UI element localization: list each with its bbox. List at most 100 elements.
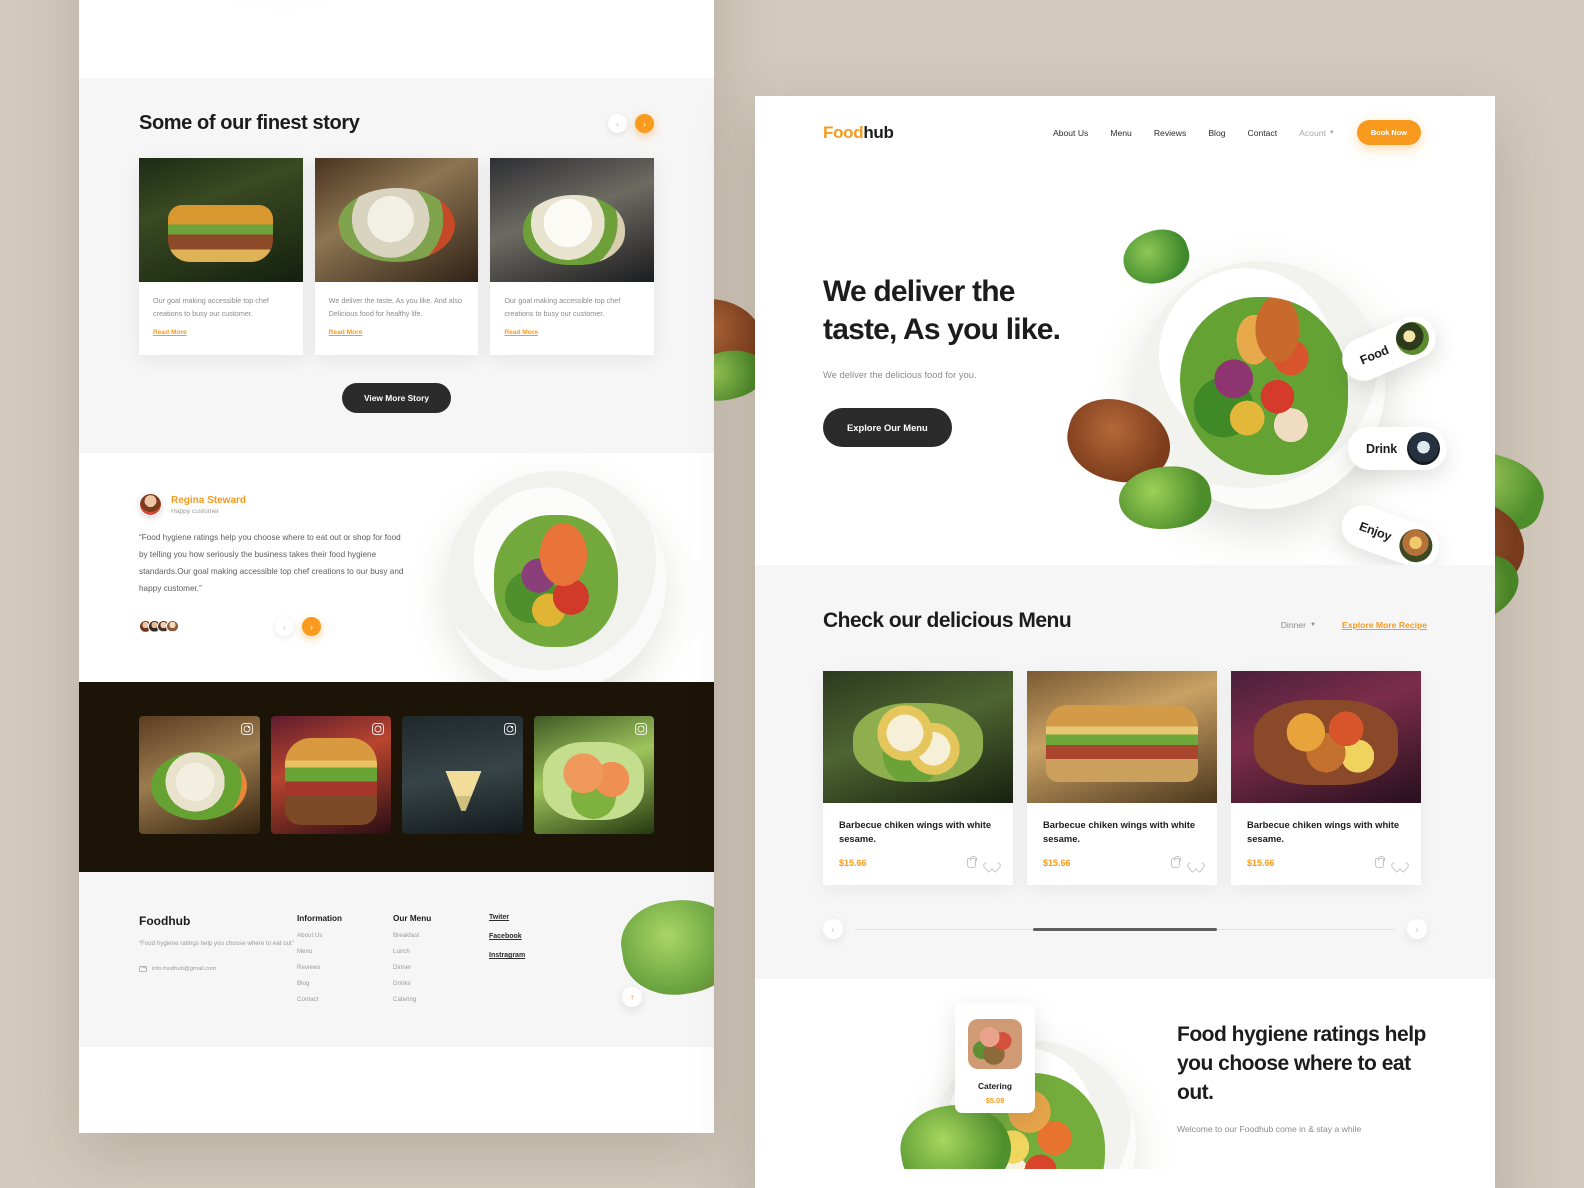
footer-link[interactable]: Catering <box>393 996 489 1003</box>
scroll-to-top-button[interactable]: ↑ <box>622 987 642 1008</box>
hero-heading: We deliver the taste, As you like. <box>823 275 1061 347</box>
heart-icon[interactable] <box>987 858 997 868</box>
footer-link[interactable]: Blog <box>297 980 393 987</box>
hero-badge-label: Food <box>1357 342 1391 368</box>
testimonial-next-button[interactable]: › <box>302 617 321 637</box>
story-card-body: Our goal making accessible top chef crea… <box>490 282 654 355</box>
mockup-stage: Explore More Some of our finest story ‹ … <box>0 0 1584 1188</box>
footer-link[interactable]: Breakfast <box>393 932 489 939</box>
footer-link[interactable]: Dinner <box>393 964 489 971</box>
menu-filter-dropdown[interactable]: Dinner ▼ <box>1281 620 1316 630</box>
heart-icon[interactable] <box>1191 858 1201 868</box>
story-card[interactable]: Our goal making accessible top chef crea… <box>139 158 303 356</box>
catering-badge-card[interactable]: Catering $5.09 <box>955 1003 1035 1114</box>
testimonial-role: Happy customer <box>171 507 220 515</box>
explore-more-recipe-link[interactable]: Explore More Recipe <box>1342 620 1427 630</box>
menu-card-body: Barbecue chiken wings with white sesame.… <box>1231 803 1421 885</box>
testimonial-name: Regina Steward <box>171 494 247 506</box>
customer-avatar-stack <box>139 620 179 634</box>
navbar: Foodhub About Us Menu Reviews Blog Conta… <box>755 96 1495 145</box>
menu-card[interactable]: Barbecue chiken wings with white sesame.… <box>823 671 1013 886</box>
menu-item-name: Barbecue chiken wings with white sesame. <box>839 819 992 844</box>
menu-card[interactable]: Barbecue chiken wings with white sesame.… <box>1027 671 1217 886</box>
heart-icon[interactable] <box>1395 858 1405 868</box>
story-carousel-controls: ‹ › <box>608 114 654 133</box>
instagram-photo[interactable] <box>139 716 260 835</box>
instagram-icon <box>372 723 384 736</box>
menu-item-price: $15.66 <box>1043 858 1071 869</box>
story-card-image <box>139 158 303 282</box>
footer-column-heading: Information <box>297 914 343 924</box>
footer-link[interactable]: Drinks <box>393 980 489 987</box>
catering-price: $5.09 <box>985 1096 1005 1106</box>
hygiene-visual: Catering $5.09 <box>823 1003 1153 1170</box>
testimonial-person: Regina Steward Happy customer <box>139 493 409 517</box>
nav-item-blog[interactable]: Blog <box>1208 128 1225 138</box>
footer-link[interactable]: Menu <box>297 948 393 955</box>
explore-our-menu-button[interactable]: Explore Our Menu <box>823 407 952 447</box>
hero-visual: Food Drink Enjoy <box>1058 205 1475 574</box>
story-next-button[interactable]: › <box>635 114 654 133</box>
footer-link[interactable]: Lunch <box>393 948 489 955</box>
shopping-bag-icon[interactable] <box>1375 856 1385 869</box>
testimonial-prev-button[interactable]: ‹ <box>275 617 294 637</box>
menu-card-image <box>1027 671 1217 803</box>
story-card-image <box>490 158 655 282</box>
brand-logo-part1: Food <box>823 122 864 142</box>
story-prev-button[interactable]: ‹ <box>608 114 627 133</box>
menu-card-actions <box>1375 856 1405 869</box>
footer-link[interactable]: About Us <box>297 932 393 939</box>
nav-item-reviews[interactable]: Reviews <box>1154 128 1186 138</box>
menu-filter-label: Dinner <box>1280 620 1307 630</box>
story-card[interactable]: Our goal making accessible top chef crea… <box>490 158 655 356</box>
testimonial-visual <box>446 471 666 683</box>
book-now-button[interactable]: Book Now <box>1356 120 1421 145</box>
menu-card-row: $15.66 <box>1043 856 1201 869</box>
story-read-more-link[interactable]: Read More <box>153 329 187 336</box>
hero-copy: We deliver the taste, As you like. We de… <box>823 273 1073 447</box>
footer-link[interactable]: Reviews <box>297 964 393 971</box>
nav-item-contact[interactable]: Contact <box>1248 128 1278 138</box>
footer-column-information: Information About Us Menu Reviews Blog C… <box>297 914 393 1003</box>
nav-item-menu[interactable]: Menu <box>1110 128 1132 138</box>
instagram-icon <box>503 723 516 736</box>
nav-item-account[interactable]: Acount ▼ <box>1299 128 1335 138</box>
footer: Foodhub “Food hygiene ratings help you c… <box>79 872 714 1048</box>
footer-column-our-menu: Our Menu Breakfast Lunch Dinner Drinks C… <box>393 914 489 1003</box>
nav-item-about-us[interactable]: About Us <box>1053 128 1088 138</box>
testimonial-carousel-controls: ‹ › <box>275 617 321 637</box>
social-link-twitter[interactable]: Twiter <box>489 914 589 921</box>
story-card-text: Our goal making accessible top chef crea… <box>504 296 621 318</box>
shopping-bag-icon[interactable] <box>1171 856 1181 869</box>
footer-email[interactable]: info.foodhub@gmail.com <box>139 965 297 972</box>
testimonial-footer: ‹ › <box>139 617 321 637</box>
story-read-more-link[interactable]: Read More <box>504 329 538 336</box>
view-more-story-button[interactable]: View More Story <box>341 383 451 414</box>
testimonial-section: Regina Steward Happy customer “Food hygi… <box>79 453 714 683</box>
menu-carousel-prev-button[interactable]: ‹ <box>823 919 843 940</box>
instagram-photo[interactable] <box>270 716 391 835</box>
footer-link[interactable]: Contact <box>297 996 393 1003</box>
menu-item-price: $15.66 <box>839 858 867 869</box>
menu-card[interactable]: Barbecue chiken wings with white sesame.… <box>1231 671 1421 886</box>
left-hero-crop: Explore More <box>79 0 714 78</box>
menu-carousel-track[interactable] <box>855 927 1395 931</box>
instagram-photo[interactable] <box>533 716 654 835</box>
brand-logo[interactable]: Foodhub <box>823 123 894 143</box>
footer-tagline: “Food hygiene ratings help you choose wh… <box>139 940 294 948</box>
hero-badge-drink[interactable]: Drink <box>1348 427 1447 470</box>
instagram-icon <box>240 723 253 736</box>
story-card[interactable]: We deliver the taste, As you like. And a… <box>314 158 479 356</box>
nav-account-label: Acount <box>1299 127 1326 138</box>
social-link-facebook[interactable]: Facebook <box>489 933 589 940</box>
hero-badge-enjoy[interactable]: Enjoy <box>1335 499 1446 574</box>
hygiene-subtext: Welcome to our Foodhub come in & stay a … <box>1177 1124 1362 1135</box>
story-read-more-link[interactable]: Read More <box>329 329 363 336</box>
shopping-bag-icon[interactable] <box>967 856 977 869</box>
menu-card-row: $15.66 <box>839 856 997 869</box>
menu-carousel-next-button[interactable]: › <box>1407 919 1427 940</box>
menu-carousel-progress[interactable] <box>1033 927 1217 931</box>
instagram-photo[interactable] <box>402 716 523 835</box>
footer-column-heading: Our Menu <box>393 914 432 924</box>
social-link-instagram[interactable]: Instragram <box>489 952 589 959</box>
